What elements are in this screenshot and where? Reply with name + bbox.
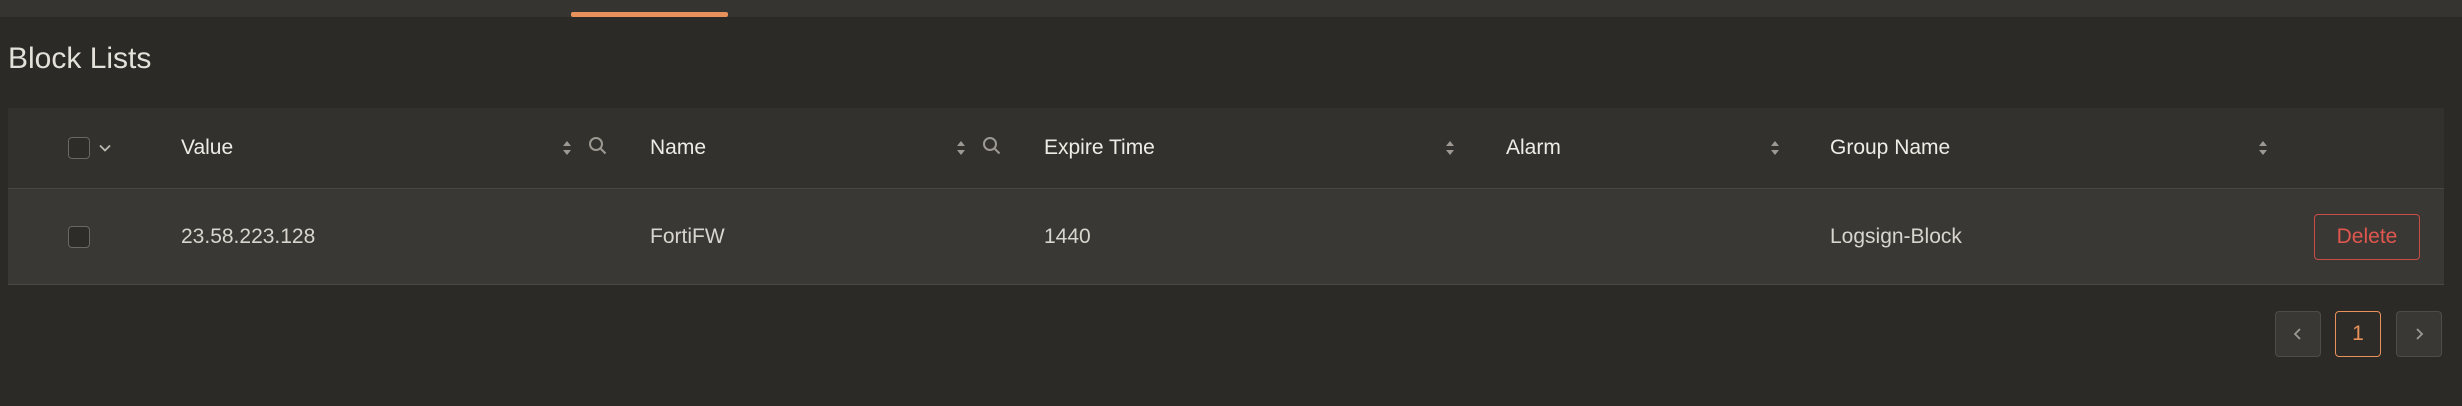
page-title: Block Lists: [8, 42, 152, 75]
column-header-label: Name: [650, 136, 707, 159]
row-select[interactable]: [68, 189, 90, 284]
cell-group-name: Logsign-Block: [1830, 224, 1962, 248]
sort-icon[interactable]: [560, 136, 574, 160]
column-header-label: Expire Time: [1044, 136, 1155, 159]
select-all-control[interactable]: [68, 108, 112, 188]
chevron-left-icon: [2293, 328, 2301, 340]
sort-icon[interactable]: [954, 136, 968, 160]
column-header-alarm[interactable]: Alarm: [1506, 108, 1561, 188]
column-header-group-name[interactable]: Group Name: [1830, 108, 1950, 188]
column-header-label: Value: [181, 136, 234, 159]
pagination-page-1[interactable]: 1: [2335, 311, 2381, 357]
column-header-value[interactable]: Value: [181, 108, 233, 188]
sort-icon[interactable]: [1443, 136, 1457, 160]
cell-name: FortiFW: [650, 224, 725, 248]
active-tab-indicator: [571, 12, 728, 17]
search-icon[interactable]: [981, 135, 1003, 157]
chevron-right-icon: [2416, 328, 2424, 340]
pagination-prev-button[interactable]: [2275, 311, 2321, 357]
table-header: Value Name Expire Time Alarm Group Name: [8, 108, 2444, 189]
pagination-next-button[interactable]: [2396, 311, 2442, 357]
column-header-label: Group Name: [1830, 136, 1951, 159]
cell-value: 23.58.223.128: [181, 224, 316, 248]
sort-icon[interactable]: [2256, 136, 2270, 160]
cell-expire-time: 1440: [1044, 224, 1091, 248]
chevron-down-icon[interactable]: [98, 141, 112, 155]
column-header-name[interactable]: Name: [650, 108, 706, 188]
block-list-table: Value Name Expire Time Alarm Group Name …: [8, 108, 2444, 288]
delete-button[interactable]: Delete: [2314, 214, 2420, 260]
column-header-label: Alarm: [1506, 136, 1561, 159]
top-tab-bar: [0, 0, 2462, 17]
column-header-expire-time[interactable]: Expire Time: [1044, 108, 1155, 188]
row-checkbox[interactable]: [68, 225, 90, 248]
table-row[interactable]: 23.58.223.128 FortiFW 1440 Logsign-Block…: [8, 189, 2444, 285]
search-icon[interactable]: [587, 135, 609, 157]
select-all-checkbox[interactable]: [68, 137, 90, 159]
sort-icon[interactable]: [1768, 136, 1782, 160]
